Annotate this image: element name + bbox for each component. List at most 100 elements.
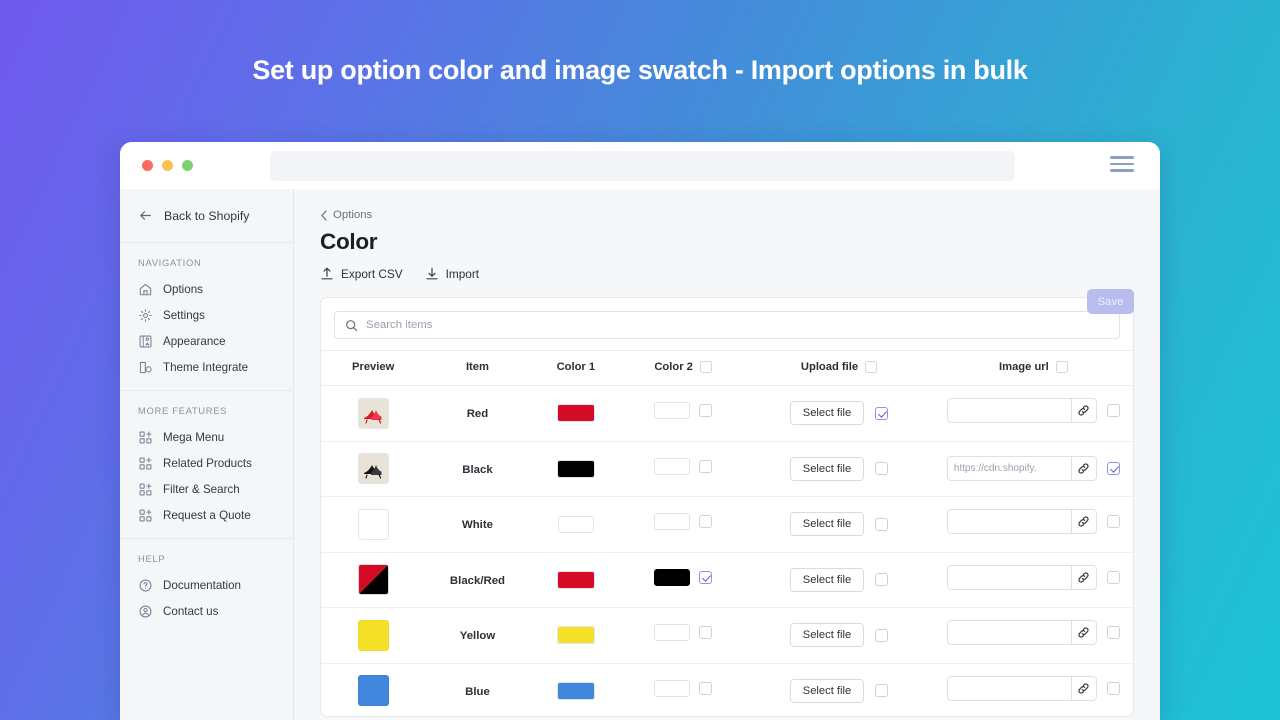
gear-icon [139, 308, 152, 322]
select-all-color2-checkbox[interactable] [699, 361, 712, 373]
link-button[interactable] [1071, 509, 1097, 535]
sidebar-item-mega-menu[interactable]: Mega Menu [120, 424, 293, 450]
color2-swatch[interactable] [654, 679, 691, 697]
cell-color1 [529, 663, 623, 716]
search-input[interactable]: Search items [334, 311, 1120, 339]
select-file-button[interactable]: Select file [789, 678, 865, 703]
link-button[interactable] [1071, 620, 1097, 646]
color2-swatch[interactable] [654, 513, 691, 531]
image-url-checkbox[interactable] [1106, 570, 1120, 584]
image-url-input[interactable]: https://cdn.shopify. [946, 456, 1072, 482]
color2-swatch[interactable] [654, 624, 691, 642]
link-icon [1078, 405, 1089, 416]
home-icon [139, 283, 152, 295]
select-file-button[interactable]: Select file [789, 512, 865, 537]
save-button[interactable]: Save [1087, 289, 1134, 314]
select-file-button[interactable]: Select file [789, 456, 865, 481]
color2-checkbox[interactable] [699, 626, 713, 640]
cell-color2 [622, 663, 745, 716]
color2-swatch[interactable] [654, 568, 691, 586]
color2-checkbox[interactable] [699, 570, 713, 584]
main-content: Options Color Export CSV Import Save Sea… [294, 189, 1160, 720]
select-all-upload-checkbox[interactable] [865, 361, 878, 373]
cell-upload-file: Select file [744, 552, 934, 608]
grid-plus-icon [139, 483, 152, 495]
sidebar: Back to Shopify NAVIGATION Options Setti… [120, 189, 294, 720]
options-table: Preview Item Color 1 Color 2 Upload file… [321, 350, 1133, 716]
hamburger-icon[interactable] [1110, 156, 1134, 172]
cell-image-url [933, 385, 1133, 442]
select-all-url-checkbox[interactable] [1055, 361, 1068, 373]
color1-swatch[interactable] [557, 515, 594, 533]
image-url-input[interactable] [946, 675, 1072, 701]
color1-swatch[interactable] [556, 681, 595, 700]
link-button[interactable] [1071, 398, 1097, 424]
preview-thumbnail [357, 397, 389, 429]
image-url-checkbox[interactable] [1106, 681, 1120, 695]
select-file-button[interactable]: Select file [789, 623, 865, 648]
image-url-checkbox[interactable] [1106, 462, 1120, 476]
maximize-button[interactable] [182, 160, 193, 171]
link-button[interactable] [1071, 456, 1097, 482]
sidebar-item-settings[interactable]: Settings [120, 302, 293, 328]
link-button[interactable] [1071, 675, 1097, 701]
column-header-item: Item [425, 350, 530, 386]
preview-swatch [357, 564, 389, 596]
sidebar-item-options[interactable]: Options [120, 276, 293, 302]
upload-file-checkbox[interactable] [875, 628, 889, 642]
upload-file-checkbox[interactable] [875, 573, 889, 587]
color2-checkbox[interactable] [699, 515, 713, 529]
sidebar-item-related-products[interactable]: Related Products [120, 450, 293, 476]
sidebar-item-documentation[interactable]: Documentation [120, 572, 293, 598]
upload-file-checkbox[interactable] [875, 462, 889, 476]
cell-image-url [933, 496, 1133, 553]
color2-swatch[interactable] [654, 402, 691, 420]
color2-checkbox[interactable] [699, 404, 713, 418]
image-url-input[interactable] [946, 620, 1072, 646]
column-header-color2: Color 2 [622, 350, 745, 386]
color2-checkbox[interactable] [699, 681, 713, 695]
upload-file-checkbox[interactable] [875, 684, 889, 698]
upload-file-checkbox[interactable] [875, 406, 889, 420]
close-button[interactable] [142, 160, 153, 171]
sidebar-item-contact-us[interactable]: Contact us [120, 598, 293, 624]
sidebar-item-filter-search[interactable]: Filter & Search [120, 476, 293, 502]
color1-swatch[interactable] [556, 404, 595, 423]
back-to-shopify-link[interactable]: Back to Shopify [120, 189, 293, 243]
image-url-input[interactable] [946, 509, 1072, 535]
section-title-navigation: NAVIGATION [138, 257, 202, 268]
appearance-icon [139, 335, 152, 347]
upload-file-checkbox[interactable] [875, 517, 889, 531]
grid-plus-icon [139, 457, 152, 469]
sidebar-item-appearance[interactable]: Appearance [120, 328, 293, 354]
image-url-input[interactable] [946, 564, 1072, 590]
cell-color2 [622, 385, 745, 442]
image-url-checkbox[interactable] [1106, 515, 1120, 529]
color1-swatch[interactable] [556, 459, 595, 478]
color2-swatch[interactable] [654, 457, 691, 475]
cell-image-url [933, 552, 1133, 608]
select-file-button[interactable]: Select file [789, 567, 865, 592]
image-url-checkbox[interactable] [1106, 626, 1120, 640]
image-url-checkbox[interactable] [1106, 404, 1120, 418]
sidebar-item-request-a-quote[interactable]: Request a Quote [120, 502, 293, 528]
color1-swatch[interactable] [556, 570, 595, 589]
header-label-preview: Preview [352, 361, 395, 373]
select-file-button[interactable]: Select file [789, 401, 865, 426]
image-url-input[interactable] [946, 398, 1072, 424]
browser-chrome [120, 142, 1160, 189]
import-button[interactable]: Import [425, 266, 479, 281]
color1-swatch[interactable] [556, 626, 595, 645]
sidebar-label-contact-us: Contact us [163, 604, 219, 618]
cell-preview [321, 607, 426, 664]
item-name: Yellow [459, 630, 496, 643]
link-button[interactable] [1071, 564, 1097, 590]
export-csv-button[interactable]: Export CSV [320, 266, 403, 281]
sidebar-item-theme-integrate[interactable]: Theme Integrate [120, 354, 293, 380]
cell-item: White [425, 496, 530, 553]
item-name: Black/Red [449, 574, 506, 587]
color2-checkbox[interactable] [699, 459, 713, 473]
breadcrumb[interactable]: Options [320, 209, 1134, 221]
minimize-button[interactable] [162, 160, 173, 171]
address-bar[interactable] [270, 151, 1015, 181]
